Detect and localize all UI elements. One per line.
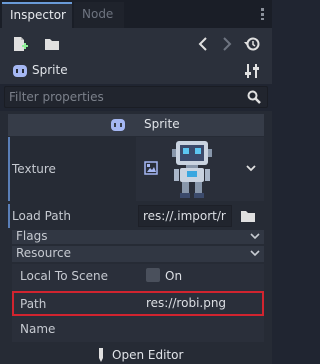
script-edit-icon [96,348,106,362]
section-title: Sprite [144,117,180,131]
resource-category[interactable]: Resource [12,246,264,262]
robot-sprite-image [170,139,214,199]
open-editor-button[interactable]: Open Editor [92,346,192,364]
inspector-toolbar [0,28,272,58]
load-path-label: Load Path [12,209,71,223]
tools-icon[interactable] [244,63,260,79]
local-to-scene-value: On [165,269,183,283]
load-path-field[interactable]: res://.import/r [138,205,232,227]
tab-menu-icon[interactable] [258,8,268,20]
sprite-icon [12,63,28,79]
history-icon[interactable] [244,36,260,52]
local-to-scene-label: Local To Scene [20,269,108,283]
path-highlight-box [12,291,264,316]
property-accent-bar [8,204,10,228]
history-forward-icon[interactable] [218,36,234,52]
texture-label: Texture [12,162,56,176]
name-field[interactable] [142,319,260,339]
object-selector[interactable]: Sprite [0,58,272,84]
tab-node[interactable]: Node [74,2,124,28]
texture-preview[interactable] [136,137,264,201]
section-header-sprite[interactable]: Sprite [8,114,264,136]
flags-category[interactable]: Flags [12,229,264,244]
resource-label: Resource [16,246,72,260]
property-accent-bar [8,137,10,201]
history-back-icon[interactable] [196,36,212,52]
new-resource-icon[interactable] [12,36,28,52]
name-label: Name [20,322,56,336]
chevron-down-icon [250,250,260,258]
chevron-down-icon [250,233,260,241]
tab-inspector[interactable]: Inspector [2,2,72,28]
dock-tab-bar: Inspector Node [0,0,272,28]
image-texture-icon [144,161,158,175]
filter-properties-box [4,86,268,108]
folder-icon[interactable] [240,208,256,224]
local-to-scene-checkbox[interactable] [146,268,160,282]
open-editor-label: Open Editor [112,348,184,362]
sprite-icon [110,117,126,133]
filter-properties-input[interactable] [9,89,239,105]
object-name: Sprite [32,63,68,77]
load-resource-icon[interactable] [44,36,60,52]
flags-label: Flags [16,229,48,243]
search-icon [247,90,261,104]
chevron-down-icon[interactable] [246,165,256,173]
